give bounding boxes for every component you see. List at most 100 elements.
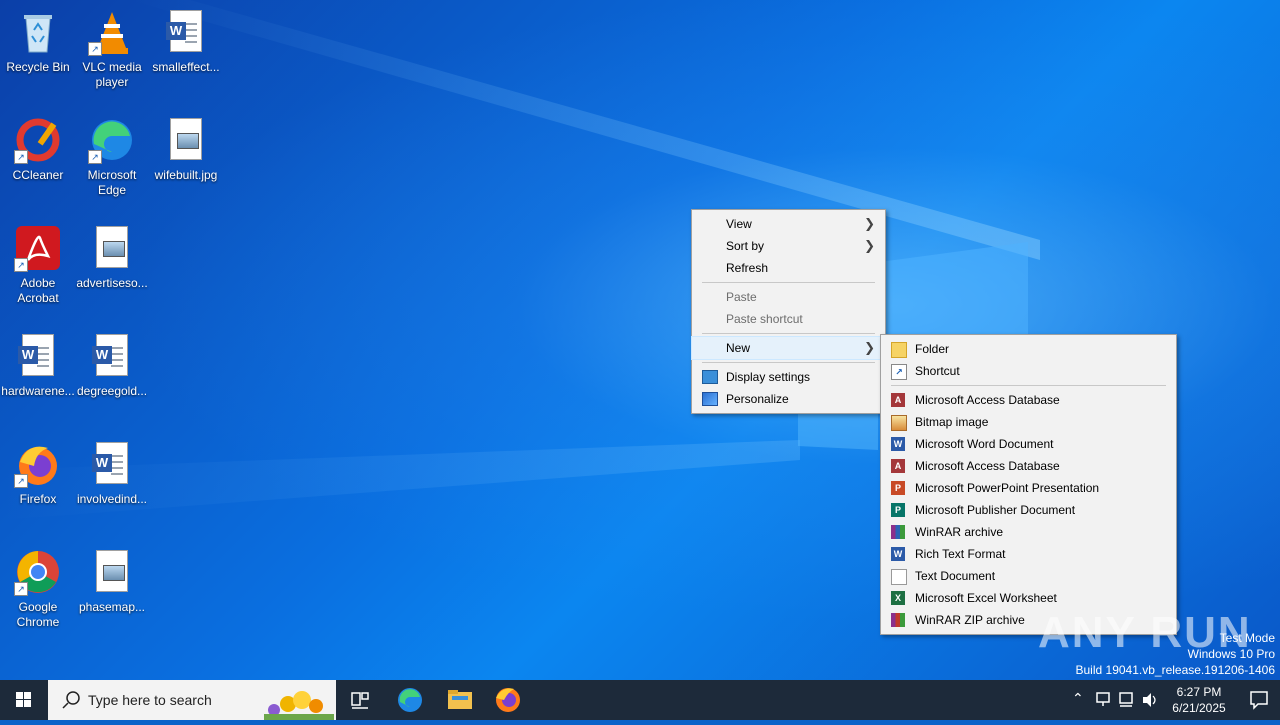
word-doc-icon: W bbox=[162, 8, 210, 56]
access-icon: A bbox=[891, 459, 905, 473]
submenu-item[interactable]: W Microsoft Word Document bbox=[881, 433, 1176, 455]
desktop-icon-label: wifebuilt.jpg bbox=[154, 168, 218, 182]
desktop-icon-label: degreegold... bbox=[76, 384, 148, 398]
taskbar-edge-button[interactable] bbox=[386, 680, 434, 720]
chevron-right-icon: ❯ bbox=[864, 238, 875, 253]
menu-item-new[interactable]: New ❯ bbox=[691, 336, 886, 360]
menu-item-label: Display settings bbox=[726, 370, 811, 384]
submenu-item-label: Shortcut bbox=[915, 364, 960, 378]
desktop-icon[interactable]: ↗ Google Chrome bbox=[0, 548, 76, 630]
vlc-icon: ↗ bbox=[88, 8, 136, 56]
powerpoint-icon: P bbox=[891, 481, 905, 495]
recycle-bin-icon bbox=[14, 8, 62, 56]
submenu-item-label: Folder bbox=[915, 342, 950, 356]
submenu-item[interactable]: Bitmap image bbox=[881, 411, 1176, 433]
submenu-item[interactable]: P Microsoft Publisher Document bbox=[881, 499, 1176, 521]
taskbar: Type here to search ⌃ 6:27 PM 6/21/2025 bbox=[0, 680, 1280, 720]
submenu-item[interactable]: P Microsoft PowerPoint Presentation bbox=[881, 477, 1176, 499]
excel-icon: X bbox=[891, 591, 905, 605]
menu-item-refresh[interactable]: Refresh bbox=[692, 257, 885, 279]
monitor-network-icon[interactable] bbox=[1116, 690, 1136, 710]
search-placeholder: Type here to search bbox=[88, 692, 212, 708]
desktop-icon[interactable]: Recycle Bin bbox=[0, 8, 76, 75]
taskbar-firefox-button[interactable] bbox=[484, 680, 532, 720]
submenu-item[interactable]: Text Document bbox=[881, 565, 1176, 587]
menu-separator bbox=[702, 362, 875, 363]
submenu-item[interactable]: ↗ Shortcut bbox=[881, 360, 1176, 382]
folder-icon bbox=[891, 342, 907, 358]
display-settings-icon bbox=[702, 370, 718, 384]
submenu-item-label: Microsoft Word Document bbox=[915, 437, 1054, 451]
winrar-icon bbox=[891, 525, 905, 539]
clock[interactable]: 6:27 PM 6/21/2025 bbox=[1164, 684, 1234, 716]
menu-item-display-settings[interactable]: Display settings bbox=[692, 366, 885, 388]
submenu-item-label: Microsoft Excel Worksheet bbox=[915, 591, 1057, 605]
ccleaner-icon: ↗ bbox=[14, 116, 62, 164]
desktop-icon[interactable]: ↗ Firefox bbox=[0, 440, 76, 507]
submenu-item-label: Microsoft Publisher Document bbox=[915, 503, 1076, 517]
menu-item-personalize[interactable]: Personalize bbox=[692, 388, 885, 410]
clock-date: 6/21/2025 bbox=[1172, 701, 1226, 715]
submenu-item[interactable]: W Rich Text Format bbox=[881, 543, 1176, 565]
menu-item-paste: Paste bbox=[692, 286, 885, 308]
desktop-icon[interactable]: Winvolvedind... bbox=[74, 440, 150, 507]
taskbar-search-box[interactable]: Type here to search bbox=[48, 680, 336, 720]
submenu-item[interactable]: WinRAR archive bbox=[881, 521, 1176, 543]
submenu-item-label: Text Document bbox=[915, 569, 996, 583]
menu-item-view[interactable]: View ❯ bbox=[692, 213, 885, 235]
file-explorer-icon bbox=[448, 690, 472, 709]
menu-item-sort-by[interactable]: Sort by ❯ bbox=[692, 235, 885, 257]
image-file-icon bbox=[88, 548, 136, 596]
shortcut-icon: ↗ bbox=[891, 364, 907, 380]
submenu-item[interactable]: Folder bbox=[881, 338, 1176, 360]
taskbar-file-explorer-button[interactable] bbox=[436, 680, 484, 720]
clock-time: 6:27 PM bbox=[1176, 685, 1222, 699]
network-icon[interactable] bbox=[1094, 690, 1114, 710]
rtf-icon: W bbox=[891, 547, 905, 561]
watermark-line: Windows 10 Pro bbox=[1187, 647, 1275, 661]
desktop-icon[interactable]: ↗ VLC media player bbox=[74, 8, 150, 90]
submenu-item-label: Microsoft Access Database bbox=[915, 459, 1060, 473]
menu-item-label: Personalize bbox=[726, 392, 789, 406]
windows-start-icon bbox=[16, 692, 31, 707]
chevron-up-icon[interactable]: ⌃ bbox=[1072, 690, 1084, 707]
task-view-button[interactable] bbox=[336, 680, 384, 720]
desktop-icon[interactable]: ↗ Adobe Acrobat bbox=[0, 224, 76, 306]
access-icon: A bbox=[891, 393, 905, 407]
publisher-icon: P bbox=[891, 503, 905, 517]
desktop-icon[interactable]: phasemap... bbox=[74, 548, 150, 615]
desktop-icon[interactable]: advertiseso... bbox=[74, 224, 150, 291]
desktop-icon[interactable]: Wsmalleffect... bbox=[148, 8, 224, 75]
shortcut-arrow-icon: ↗ bbox=[14, 258, 28, 272]
word-icon: W bbox=[891, 437, 905, 451]
start-button[interactable] bbox=[0, 680, 48, 720]
firefox-icon: ↗ bbox=[14, 440, 62, 488]
action-center-icon[interactable] bbox=[1248, 689, 1270, 711]
submenu-item[interactable]: A Microsoft Access Database bbox=[881, 455, 1176, 477]
personalize-icon bbox=[702, 392, 718, 406]
menu-item-label: New bbox=[726, 341, 751, 355]
desktop-icon[interactable]: wifebuilt.jpg bbox=[148, 116, 224, 183]
desktop-icon[interactable]: Whardwarene... bbox=[0, 332, 76, 399]
menu-item-label: Paste bbox=[726, 290, 757, 304]
shortcut-arrow-icon: ↗ bbox=[88, 42, 102, 56]
submenu-item-label: WinRAR archive bbox=[915, 525, 1004, 539]
desktop-icon[interactable]: ↗ Microsoft Edge bbox=[74, 116, 150, 198]
desktop-icon[interactable]: ↗ CCleaner bbox=[0, 116, 76, 183]
desktop-icon[interactable]: Wdegreegold... bbox=[74, 332, 150, 399]
submenu-item[interactable]: X Microsoft Excel Worksheet bbox=[881, 587, 1176, 609]
system-tray: ⌃ 6:27 PM 6/21/2025 bbox=[1066, 680, 1280, 720]
image-file-icon bbox=[88, 224, 136, 272]
watermark-line: Build 19041.vb_release.191206-1406 bbox=[1075, 663, 1276, 677]
volume-icon[interactable] bbox=[1140, 690, 1160, 710]
firefox-icon bbox=[496, 688, 520, 712]
windows-test-mode-watermark: Test Mode Windows 10 Pro Build 19041.vb_… bbox=[1076, 630, 1276, 678]
submenu-item[interactable]: A Microsoft Access Database bbox=[881, 389, 1176, 411]
task-view-icon bbox=[351, 692, 369, 709]
submenu-item-label: WinRAR ZIP archive bbox=[915, 613, 1025, 627]
menu-separator bbox=[702, 282, 875, 283]
submenu-item-label: Microsoft Access Database bbox=[915, 393, 1060, 407]
menu-item-paste-shortcut: Paste shortcut bbox=[692, 308, 885, 330]
new-submenu: Folder ↗ Shortcut A Microsoft Access Databas… bbox=[880, 334, 1177, 635]
desktop-context-menu: View ❯ Sort by ❯ Refresh Paste Paste short… bbox=[691, 209, 886, 414]
